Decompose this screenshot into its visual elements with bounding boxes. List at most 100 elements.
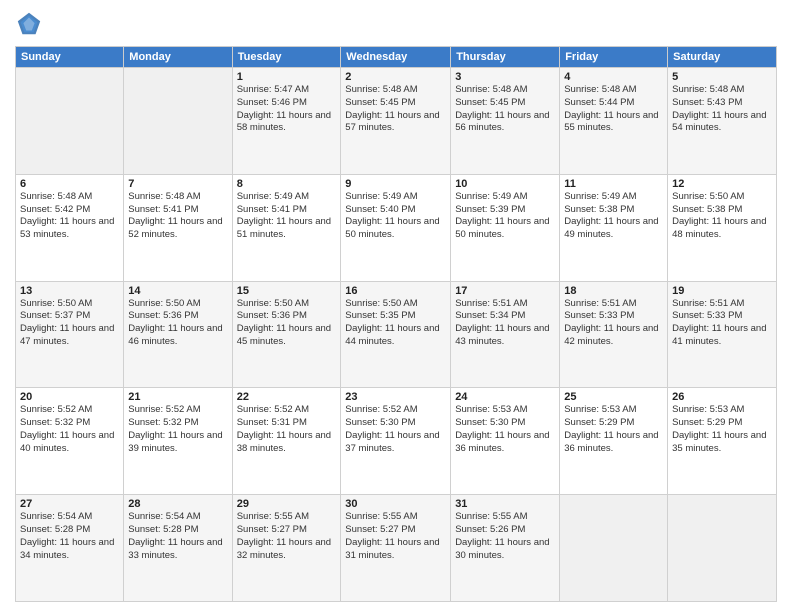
day-cell: [668, 495, 777, 602]
day-number: 29: [237, 498, 337, 510]
day-cell: 1Sunrise: 5:47 AM Sunset: 5:46 PM Daylig…: [232, 68, 341, 175]
week-row-2: 6Sunrise: 5:48 AM Sunset: 5:42 PM Daylig…: [16, 174, 777, 281]
day-cell: 14Sunrise: 5:50 AM Sunset: 5:36 PM Dayli…: [124, 281, 232, 388]
weekday-header-tuesday: Tuesday: [232, 47, 341, 68]
day-number: 20: [20, 391, 119, 403]
day-number: 8: [237, 178, 337, 190]
day-number: 27: [20, 498, 119, 510]
weekday-header-thursday: Thursday: [451, 47, 560, 68]
week-row-4: 20 Sunrise: 5:52 AM Sunset: 5:32 PM Dayli…: [16, 388, 777, 495]
calendar-table: SundayMondayTuesdayWednesdayThursdayFrid…: [15, 46, 777, 602]
day-detail: Sunrise: 5:51 AM Sunset: 5:33 PM Dayligh…: [672, 298, 772, 349]
day-number: 28: [128, 498, 227, 510]
logo-icon: [15, 10, 43, 38]
day-cell: 19Sunrise: 5:51 AM Sunset: 5:33 PM Dayli…: [668, 281, 777, 388]
week-row-3: 13Sunrise: 5:50 AM Sunset: 5:37 PM Dayli…: [16, 281, 777, 388]
day-detail: Sunrise: 5:48 AM Sunset: 5:45 PM Dayligh…: [345, 84, 446, 135]
day-number: 4: [564, 71, 663, 83]
day-detail: Sunrise: 5:48 AM Sunset: 5:41 PM Dayligh…: [128, 191, 227, 242]
day-detail: Sunrise: 5:50 AM Sunset: 5:37 PM Dayligh…: [20, 298, 119, 349]
day-detail: Sunrise: 5:47 AM Sunset: 5:46 PM Dayligh…: [237, 84, 337, 135]
day-cell: 6Sunrise: 5:48 AM Sunset: 5:42 PM Daylig…: [16, 174, 124, 281]
day-cell: [560, 495, 668, 602]
page: SundayMondayTuesdayWednesdayThursdayFrid…: [0, 0, 792, 612]
day-detail: Sunrise: 5:54 AM Sunset: 5:28 PM Dayligh…: [20, 511, 119, 562]
day-detail: Sunrise: 5:50 AM Sunset: 5:38 PM Dayligh…: [672, 191, 772, 242]
day-cell: 29Sunrise: 5:55 AM Sunset: 5:27 PM Dayli…: [232, 495, 341, 602]
day-number: 26: [672, 391, 772, 403]
day-number: 15: [237, 285, 337, 297]
day-detail: Sunrise: 5:52 AM Sunset: 5:30 PM Dayligh…: [345, 404, 446, 455]
day-cell: 24Sunrise: 5:53 AM Sunset: 5:30 PM Dayli…: [451, 388, 560, 495]
day-detail: Sunrise: 5:49 AM Sunset: 5:38 PM Dayligh…: [564, 191, 663, 242]
day-number: 10: [455, 178, 555, 190]
day-number: 11: [564, 178, 663, 190]
day-detail: Sunrise: 5:51 AM Sunset: 5:34 PM Dayligh…: [455, 298, 555, 349]
day-cell: 23Sunrise: 5:52 AM Sunset: 5:30 PM Dayli…: [341, 388, 451, 495]
day-cell: 5Sunrise: 5:48 AM Sunset: 5:43 PM Daylig…: [668, 68, 777, 175]
day-cell: 15Sunrise: 5:50 AM Sunset: 5:36 PM Dayli…: [232, 281, 341, 388]
day-detail: Sunrise: 5:48 AM Sunset: 5:43 PM Dayligh…: [672, 84, 772, 135]
day-number: 12: [672, 178, 772, 190]
day-cell: 17Sunrise: 5:51 AM Sunset: 5:34 PM Dayli…: [451, 281, 560, 388]
day-number: 7: [128, 178, 227, 190]
day-number: 21: [128, 391, 227, 403]
day-number: 31: [455, 498, 555, 510]
day-detail: Sunrise: 5:49 AM Sunset: 5:40 PM Dayligh…: [345, 191, 446, 242]
day-number: 23: [345, 391, 446, 403]
day-detail: Sunrise: 5:51 AM Sunset: 5:33 PM Dayligh…: [564, 298, 663, 349]
day-detail: Sunrise: 5:55 AM Sunset: 5:27 PM Dayligh…: [345, 511, 446, 562]
day-number: 24: [455, 391, 555, 403]
day-cell: 13Sunrise: 5:50 AM Sunset: 5:37 PM Dayli…: [16, 281, 124, 388]
day-cell: 28Sunrise: 5:54 AM Sunset: 5:28 PM Dayli…: [124, 495, 232, 602]
header: [15, 10, 777, 38]
day-cell: 21Sunrise: 5:52 AM Sunset: 5:32 PM Dayli…: [124, 388, 232, 495]
day-cell: 27Sunrise: 5:54 AM Sunset: 5:28 PM Dayli…: [16, 495, 124, 602]
day-cell: 9Sunrise: 5:49 AM Sunset: 5:40 PM Daylig…: [341, 174, 451, 281]
day-cell: 2Sunrise: 5:48 AM Sunset: 5:45 PM Daylig…: [341, 68, 451, 175]
day-number: 19: [672, 285, 772, 297]
day-detail: Sunrise: 5:48 AM Sunset: 5:42 PM Dayligh…: [20, 191, 119, 242]
day-number: 17: [455, 285, 555, 297]
weekday-header-monday: Monday: [124, 47, 232, 68]
day-detail: Sunrise: 5:54 AM Sunset: 5:28 PM Dayligh…: [128, 511, 227, 562]
day-detail: Sunrise: 5:53 AM Sunset: 5:30 PM Dayligh…: [455, 404, 555, 455]
weekday-header-row: SundayMondayTuesdayWednesdayThursdayFrid…: [16, 47, 777, 68]
day-cell: 11Sunrise: 5:49 AM Sunset: 5:38 PM Dayli…: [560, 174, 668, 281]
week-row-1: 1Sunrise: 5:47 AM Sunset: 5:46 PM Daylig…: [16, 68, 777, 175]
day-detail: Sunrise: 5:50 AM Sunset: 5:36 PM Dayligh…: [128, 298, 227, 349]
day-cell: 26Sunrise: 5:53 AM Sunset: 5:29 PM Dayli…: [668, 388, 777, 495]
day-cell: 12Sunrise: 5:50 AM Sunset: 5:38 PM Dayli…: [668, 174, 777, 281]
day-number: 1: [237, 71, 337, 83]
day-cell: 16Sunrise: 5:50 AM Sunset: 5:35 PM Dayli…: [341, 281, 451, 388]
day-cell: 25Sunrise: 5:53 AM Sunset: 5:29 PM Dayli…: [560, 388, 668, 495]
day-detail: Sunrise: 5:49 AM Sunset: 5:39 PM Dayligh…: [455, 191, 555, 242]
weekday-header-saturday: Saturday: [668, 47, 777, 68]
day-detail: Sunrise: 5:49 AM Sunset: 5:41 PM Dayligh…: [237, 191, 337, 242]
week-row-5: 27Sunrise: 5:54 AM Sunset: 5:28 PM Dayli…: [16, 495, 777, 602]
weekday-header-sunday: Sunday: [16, 47, 124, 68]
day-cell: 22Sunrise: 5:52 AM Sunset: 5:31 PM Dayli…: [232, 388, 341, 495]
logo: [15, 10, 47, 38]
day-number: 18: [564, 285, 663, 297]
day-number: 2: [345, 71, 446, 83]
day-detail: Sunrise: 5:50 AM Sunset: 5:36 PM Dayligh…: [237, 298, 337, 349]
day-cell: 20Sunrise: 5:52 AM Sunset: 5:32 PM Dayli…: [16, 388, 124, 495]
day-detail: Sunrise: 5:52 AM Sunset: 5:32 PM Dayligh…: [128, 404, 227, 455]
day-cell: 3Sunrise: 5:48 AM Sunset: 5:45 PM Daylig…: [451, 68, 560, 175]
day-number: 13: [20, 285, 119, 297]
day-number: 5: [672, 71, 772, 83]
day-cell: 31Sunrise: 5:55 AM Sunset: 5:26 PM Dayli…: [451, 495, 560, 602]
day-detail: Sunrise: 5:53 AM Sunset: 5:29 PM Dayligh…: [672, 404, 772, 455]
weekday-header-friday: Friday: [560, 47, 668, 68]
day-number: 30: [345, 498, 446, 510]
day-number: 9: [345, 178, 446, 190]
day-number: 16: [345, 285, 446, 297]
day-number: 6: [20, 178, 119, 190]
day-detail: Sunrise: 5:50 AM Sunset: 5:35 PM Dayligh…: [345, 298, 446, 349]
day-cell: 8Sunrise: 5:49 AM Sunset: 5:41 PM Daylig…: [232, 174, 341, 281]
day-detail: Sunrise: 5:55 AM Sunset: 5:27 PM Dayligh…: [237, 511, 337, 562]
day-cell: 7Sunrise: 5:48 AM Sunset: 5:41 PM Daylig…: [124, 174, 232, 281]
day-detail: Sunrise: 5:48 AM Sunset: 5:44 PM Dayligh…: [564, 84, 663, 135]
day-cell: [124, 68, 232, 175]
